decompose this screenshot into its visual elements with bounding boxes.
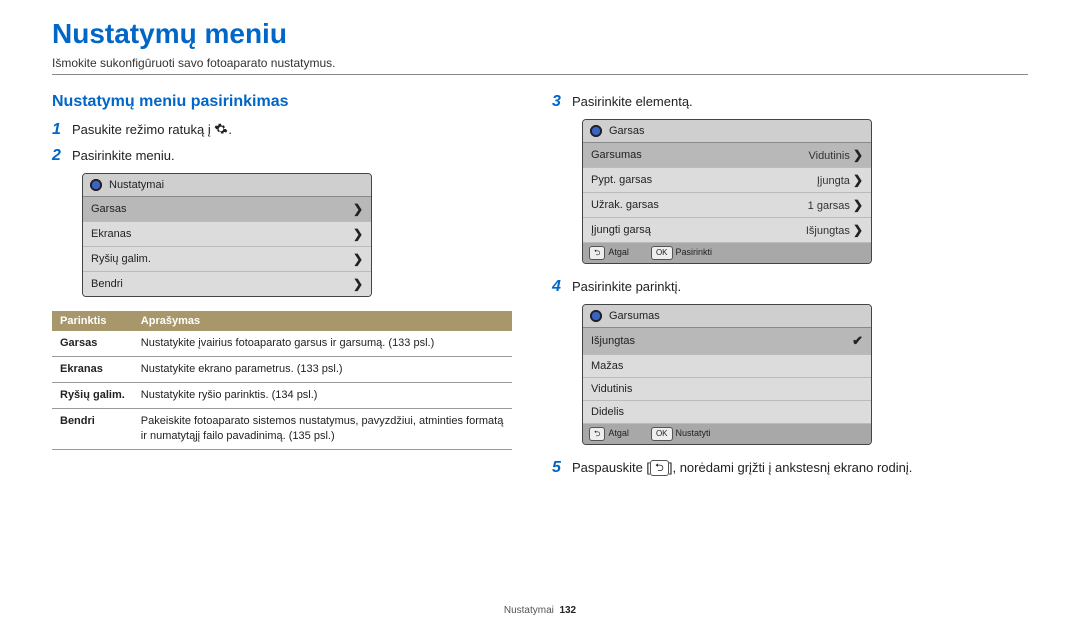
page-title: Nustatymų meniu: [52, 18, 1028, 50]
gear-icon: [214, 122, 228, 137]
menu-item-garsumas[interactable]: Garsumas Vidutinis ❯: [583, 143, 871, 168]
menu-item-value: Išjungtas: [806, 225, 850, 237]
section-heading: Nustatymų meniu pasirinkimas: [52, 93, 512, 111]
settings-menu-preview: Nustatymai Garsas ❯ Ekranas ❯ Ryšių gali…: [82, 173, 372, 297]
menu-item-ijungti[interactable]: Įjungti garsą Išjungtas ❯: [583, 218, 871, 243]
chevron-right-icon: ❯: [853, 148, 863, 162]
footer-back-label: Atgal: [608, 247, 629, 257]
page-subtitle: Išmokite sukonfigūruoti savo fotoaparato…: [52, 56, 1028, 75]
chevron-right-icon: ❯: [853, 173, 863, 187]
garsumas-menu-preview: Garsumas Išjungtas ✔ Mažas Vidutinis Did…: [582, 304, 872, 445]
option-desc: Nustatykite įvairius fotoaparato garsus …: [133, 331, 512, 356]
step-1: 1 Pasukite režimo ratuką į .: [52, 121, 512, 139]
option-label: Vidutinis: [591, 383, 632, 395]
step-number: 4: [552, 278, 572, 296]
step-text-after: ], norėdami grįžti į ankstesnį ekrano ro…: [669, 460, 913, 475]
footer-ok-label: Nustatyti: [676, 428, 711, 438]
option-isjungtas[interactable]: Išjungtas ✔: [583, 328, 871, 355]
step-2: 2 Pasirinkite meniu.: [52, 147, 512, 165]
menu-item-pypt[interactable]: Pypt. garsas Įjungta ❯: [583, 168, 871, 193]
footer-ok-label: Pasirinkti: [676, 247, 713, 257]
menu-item-rysiu[interactable]: Ryšių galim. ❯: [83, 247, 371, 272]
option-name: Bendri: [52, 408, 133, 449]
chevron-right-icon: ❯: [353, 252, 363, 266]
preview-footer: ⮌Atgal OKNustatyti: [583, 424, 871, 444]
step-text: Pasirinkite elementą.: [572, 93, 693, 111]
step-text-before: Paspauskite [: [572, 460, 650, 475]
chevron-right-icon: ❯: [853, 223, 863, 237]
option-desc: Pakeiskite fotoaparato sistemos nustatym…: [133, 408, 512, 449]
options-description-table: Parinktis Aprašymas Garsas Nustatykite į…: [52, 311, 512, 449]
menu-item-label: Įjungti garsą: [591, 224, 651, 236]
gear-icon: [589, 309, 603, 323]
gear-icon: [89, 178, 103, 192]
chevron-right-icon: ❯: [353, 277, 363, 291]
ok-key-icon: OK: [651, 246, 673, 260]
table-row: Ekranas Nustatykite ekrano parametrus. (…: [52, 357, 512, 383]
option-label: Mažas: [591, 360, 623, 372]
menu-item-label: Bendri: [91, 278, 123, 290]
preview-header: Nustatymai: [109, 179, 164, 191]
menu-item-uzrak[interactable]: Užrak. garsas 1 garsas ❯: [583, 193, 871, 218]
menu-item-label: Pypt. garsas: [591, 174, 652, 186]
chevron-right-icon: ❯: [353, 202, 363, 216]
footer-back-label: Atgal: [608, 428, 629, 438]
option-label: Išjungtas: [591, 335, 635, 347]
menu-item-label: Ekranas: [91, 228, 131, 240]
garsas-menu-preview: Garsas Garsumas Vidutinis ❯ Pypt. garsas…: [582, 119, 872, 264]
check-icon: ✔: [852, 333, 863, 349]
menu-item-value: Įjungta: [817, 175, 850, 187]
back-key-icon: ⮌: [589, 246, 605, 260]
preview-footer: ⮌Atgal OKPasirinkti: [583, 243, 871, 263]
option-name: Ryšių galim.: [52, 383, 133, 409]
menu-item-label: Ryšių galim.: [91, 253, 151, 265]
menu-item-ekranas[interactable]: Ekranas ❯: [83, 222, 371, 247]
option-label: Didelis: [591, 406, 624, 418]
step-number: 2: [52, 147, 72, 165]
menu-item-value: 1 garsas: [808, 200, 850, 212]
menu-item-garsas[interactable]: Garsas ❯: [83, 197, 371, 222]
step-4: 4 Pasirinkite parinktį.: [552, 278, 1028, 296]
preview-header: Garsumas: [609, 310, 660, 322]
step-text: Pasukite režimo ratuką į: [72, 122, 214, 137]
menu-item-value: Vidutinis: [808, 150, 849, 162]
table-header-desc: Aprašymas: [133, 311, 512, 331]
option-desc: Nustatykite ekrano parametrus. (133 psl.…: [133, 357, 512, 383]
footer-page-number: 132: [559, 605, 576, 616]
table-row: Ryšių galim. Nustatykite ryšio parinktis…: [52, 383, 512, 409]
ok-key-icon: OK: [651, 427, 673, 441]
menu-item-bendri[interactable]: Bendri ❯: [83, 272, 371, 296]
option-name: Garsas: [52, 331, 133, 356]
step-text: Pasirinkite meniu.: [72, 147, 175, 165]
chevron-right-icon: ❯: [853, 198, 863, 212]
menu-item-label: Garsumas: [591, 149, 642, 161]
option-vidutinis[interactable]: Vidutinis: [583, 378, 871, 401]
preview-header: Garsas: [609, 125, 644, 137]
step-number: 1: [52, 121, 72, 139]
page-footer: Nustatymai 132: [0, 605, 1080, 616]
table-header-option: Parinktis: [52, 311, 133, 331]
option-desc: Nustatykite ryšio parinktis. (134 psl.): [133, 383, 512, 409]
chevron-right-icon: ❯: [353, 227, 363, 241]
step-3: 3 Pasirinkite elementą.: [552, 93, 1028, 111]
menu-item-label: Garsas: [91, 203, 126, 215]
step-5: 5 Paspauskite [⮌], norėdami grįžti į ank…: [552, 459, 1028, 477]
step-number: 3: [552, 93, 572, 111]
back-key-icon: ⮌: [589, 427, 605, 441]
footer-section: Nustatymai: [504, 605, 554, 616]
option-mazas[interactable]: Mažas: [583, 355, 871, 378]
step-number: 5: [552, 459, 572, 477]
menu-item-label: Užrak. garsas: [591, 199, 659, 211]
gear-icon: [589, 124, 603, 138]
table-row: Garsas Nustatykite įvairius fotoaparato …: [52, 331, 512, 356]
back-key-icon: ⮌: [650, 460, 669, 476]
step-text-after: .: [228, 122, 232, 137]
table-row: Bendri Pakeiskite fotoaparato sistemos n…: [52, 408, 512, 449]
step-text: Pasirinkite parinktį.: [572, 278, 681, 296]
option-didelis[interactable]: Didelis: [583, 401, 871, 424]
option-name: Ekranas: [52, 357, 133, 383]
